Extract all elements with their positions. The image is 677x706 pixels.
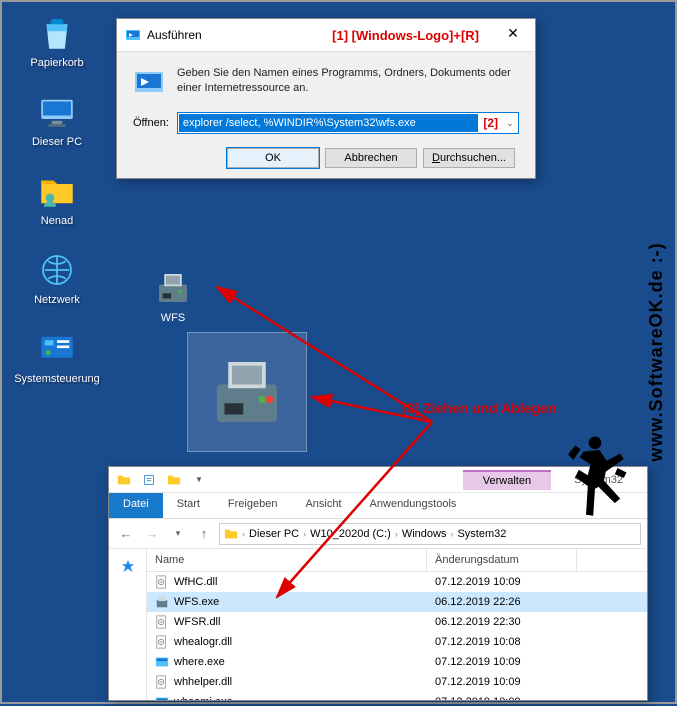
desktop-icon-label: Systemsteuerung — [12, 373, 102, 385]
file-row[interactable]: whoami.exe 07.12.2019 10:09 — [147, 692, 647, 700]
desktop-icon-label: Netzwerk — [12, 294, 102, 306]
file-date: 07.12.2019 10:09 — [427, 576, 577, 588]
file-row[interactable]: whealogr.dll 07.12.2019 10:08 — [147, 632, 647, 652]
file-icon — [155, 675, 169, 689]
contextual-tab-manage[interactable]: Verwalten — [463, 470, 551, 490]
open-label: Öffnen: — [133, 117, 169, 129]
tree-quickaccess[interactable] — [109, 555, 146, 577]
ok-button[interactable]: OK — [227, 148, 319, 168]
folder-icon — [224, 527, 238, 541]
file-icon — [155, 575, 169, 589]
annotation-1: [1] [Windows-Logo]+[R] — [332, 28, 479, 43]
recyclebin-icon — [36, 12, 78, 54]
file-date: 06.12.2019 22:30 — [427, 616, 577, 628]
annotation-3: [3] Ziehen und Ablegen — [402, 400, 556, 416]
open-combobox[interactable]: [2] ⌄ — [177, 112, 519, 134]
file-date: 07.12.2019 10:08 — [427, 636, 577, 648]
file-date: 06.12.2019 22:26 — [427, 596, 577, 608]
file-name: WfHC.dll — [174, 576, 217, 588]
col-name[interactable]: Name — [147, 549, 427, 571]
file-row[interactable]: WfHC.dll 07.12.2019 10:09 — [147, 572, 647, 592]
file-date: 07.12.2019 10:09 — [427, 696, 577, 700]
file-icon — [155, 595, 169, 609]
desktop-icon-label: WFS — [152, 312, 194, 324]
file-icon — [155, 615, 169, 629]
run-dialog: Ausführen [1] [Windows-Logo]+[R] ✕ Geben… — [116, 18, 536, 179]
pc-icon — [36, 91, 78, 133]
drag-preview — [187, 332, 307, 452]
run-description: Geben Sie den Namen eines Programms, Ord… — [177, 66, 519, 98]
nav-up[interactable]: ↑ — [193, 523, 215, 545]
run-titlebar[interactable]: Ausführen [1] [Windows-Logo]+[R] ✕ — [117, 19, 535, 52]
fax-icon — [152, 267, 194, 309]
qat-newfolder[interactable] — [163, 470, 185, 490]
nav-tree[interactable] — [109, 549, 147, 700]
qat-dropdown[interactable]: ▼ — [188, 470, 210, 490]
file-name: whoami.exe — [174, 696, 233, 700]
nav-recent[interactable]: ▾ — [167, 523, 189, 545]
file-icon — [155, 655, 169, 669]
nav-back[interactable]: ← — [115, 523, 137, 545]
cancel-button[interactable]: Abbrechen — [325, 148, 417, 168]
tab-share[interactable]: Freigeben — [214, 493, 292, 518]
annotation-2: [2] — [479, 116, 502, 130]
desktop-icons-column: Papierkorb Dieser PC Nenad Netzwerk Syst… — [12, 12, 102, 407]
desktop-icon-network[interactable]: Netzwerk — [12, 249, 102, 306]
tab-apptools[interactable]: Anwendungstools — [356, 493, 471, 518]
desktop-icon-userfolder[interactable]: Nenad — [12, 170, 102, 227]
nav-forward[interactable]: → — [141, 523, 163, 545]
dancer-silhouette — [550, 422, 640, 532]
crumb[interactable]: System32 — [457, 528, 506, 540]
browse-button[interactable]: Durchsuchen... — [423, 148, 515, 168]
run-icon — [125, 27, 141, 43]
open-input[interactable] — [179, 114, 478, 132]
watermark-text: www.SoftwareOK.de :-) — [646, 242, 667, 461]
col-date[interactable]: Änderungsdatum — [427, 549, 577, 571]
file-name: whealogr.dll — [174, 636, 232, 648]
network-icon — [36, 249, 78, 291]
file-date: 07.12.2019 10:09 — [427, 676, 577, 688]
file-list-header[interactable]: Name Änderungsdatum — [147, 549, 647, 572]
folder-user-icon — [36, 170, 78, 212]
controlpanel-icon — [36, 328, 78, 370]
tab-start[interactable]: Start — [163, 493, 214, 518]
file-name: WFS.exe — [174, 596, 219, 608]
file-icon — [155, 635, 169, 649]
file-name: where.exe — [174, 656, 225, 668]
crumb[interactable]: Windows — [402, 528, 447, 540]
file-row[interactable]: WFS.exe 06.12.2019 22:26 — [147, 592, 647, 612]
file-row[interactable]: whhelper.dll 07.12.2019 10:09 — [147, 672, 647, 692]
file-icon — [155, 695, 169, 700]
run-title-text: Ausführen — [147, 28, 202, 42]
file-name: whhelper.dll — [174, 676, 232, 688]
close-button[interactable]: ✕ — [499, 25, 527, 45]
desktop-icon-recyclebin[interactable]: Papierkorb — [12, 12, 102, 69]
desktop-icon-label: Dieser PC — [12, 136, 102, 148]
fax-large-icon — [202, 347, 292, 437]
folder-icon — [113, 470, 135, 490]
tab-file[interactable]: Datei — [109, 493, 163, 518]
run-body-icon — [133, 66, 165, 98]
file-name: WFSR.dll — [174, 616, 220, 628]
file-row[interactable]: WFSR.dll 06.12.2019 22:30 — [147, 612, 647, 632]
desktop-icon-thispc[interactable]: Dieser PC — [12, 91, 102, 148]
desktop-icon-controlpanel[interactable]: Systemsteuerung — [12, 328, 102, 385]
crumb[interactable]: W10_2020d (C:) — [310, 528, 391, 540]
qat-properties[interactable] — [138, 470, 160, 490]
desktop-icon-label: Papierkorb — [12, 57, 102, 69]
file-list: Name Änderungsdatum WfHC.dll 07.12.2019 1… — [147, 549, 647, 700]
file-row[interactable]: where.exe 07.12.2019 10:09 — [147, 652, 647, 672]
tab-view[interactable]: Ansicht — [291, 493, 355, 518]
crumb[interactable]: Dieser PC — [249, 528, 299, 540]
desktop-icon-wfs[interactable]: WFS — [152, 267, 194, 324]
file-date: 07.12.2019 10:09 — [427, 656, 577, 668]
desktop-icon-label: Nenad — [12, 215, 102, 227]
dropdown-button[interactable]: ⌄ — [502, 118, 518, 129]
